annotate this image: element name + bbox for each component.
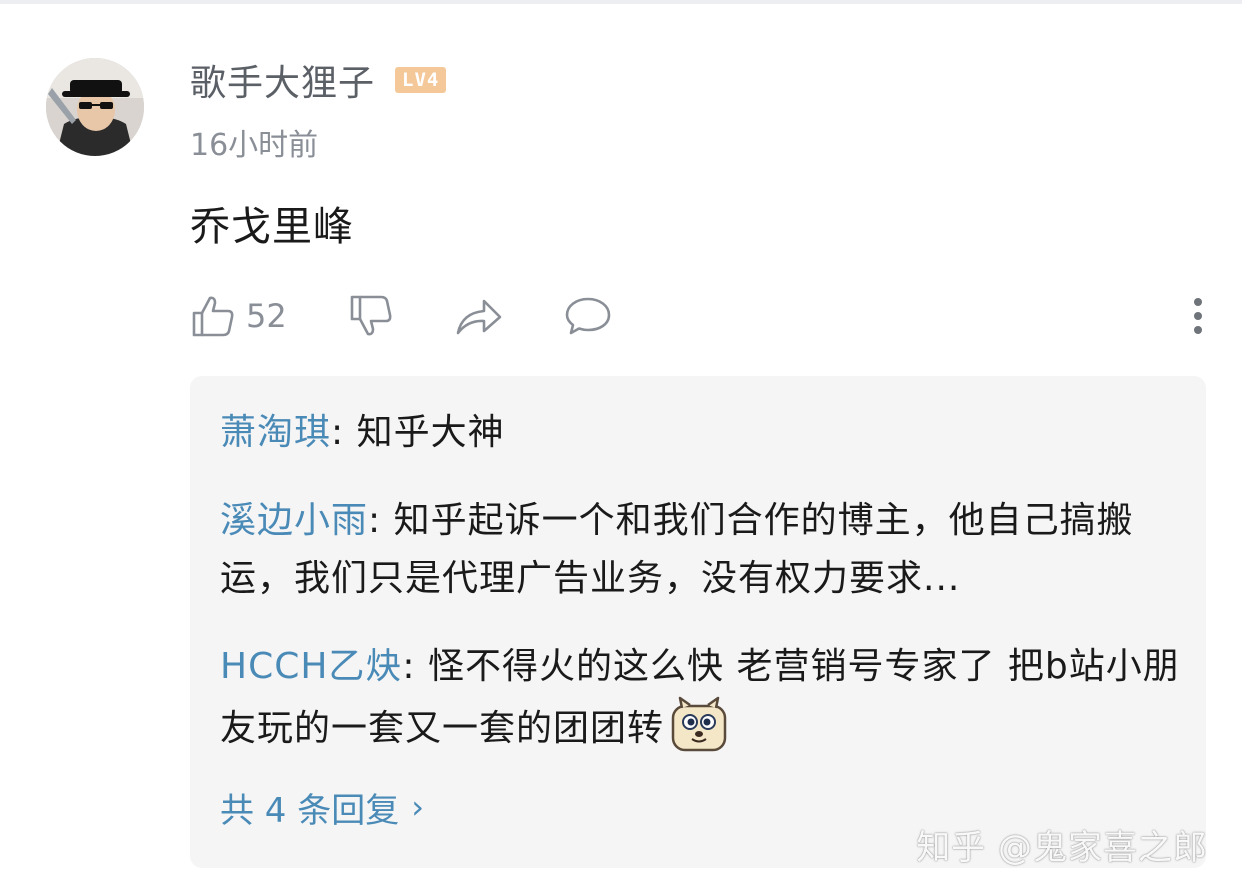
comment-timestamp: 16小时前 [190, 128, 319, 163]
comment-icon [564, 293, 612, 339]
reply-separator: : [402, 646, 428, 687]
reply-preview-box: 萧淘琪: 知乎大神 溪边小雨: 知乎起诉一个和我们合作的博主，他自己搞搬运，我们… [190, 376, 1206, 868]
like-count: 52 [246, 297, 287, 335]
level-badge: LV4 [395, 67, 447, 93]
view-all-replies-label: 共 4 条回复 [220, 790, 400, 831]
thumbs-up-icon [190, 293, 236, 339]
dislike-button[interactable] [348, 290, 394, 342]
avatar[interactable] [46, 58, 144, 156]
reply-button[interactable] [564, 290, 612, 342]
reply-author[interactable]: 溪边小雨 [220, 500, 368, 541]
dog-emoji-icon [670, 696, 728, 770]
reply-text: 知乎大神 [356, 412, 505, 453]
more-dot [1194, 326, 1202, 334]
thumbs-down-icon [348, 293, 394, 339]
reply-author[interactable]: 萧淘琪 [220, 412, 331, 453]
like-button[interactable]: 52 [190, 290, 287, 342]
reply-separator: : [368, 500, 394, 541]
comment-text: 乔戈里峰 [190, 204, 354, 250]
reply-item[interactable]: HCCH乙炔: 怪不得火的这么快 老营销号专家了 把b站小朋友玩的一套又一套的团… [220, 638, 1180, 770]
reply-item[interactable]: 溪边小雨: 知乎起诉一个和我们合作的博主，他自己搞搬运，我们只是代理广告业务，没… [220, 492, 1180, 608]
avatar-image [46, 58, 144, 156]
more-icon[interactable] [1186, 292, 1210, 340]
watermark: 知乎 @鬼家喜之郎 [916, 828, 1208, 868]
reply-separator: : [331, 412, 357, 453]
comment-actions: 52 [190, 290, 1210, 342]
share-icon [454, 293, 504, 339]
share-button[interactable] [454, 290, 504, 342]
top-divider [0, 0, 1242, 4]
reply-author[interactable]: HCCH乙炔 [220, 646, 402, 687]
view-all-replies-link[interactable]: 共 4 条回复 › [220, 782, 424, 832]
reply-item[interactable]: 萧淘琪: 知乎大神 [220, 404, 1180, 462]
more-dot [1194, 312, 1202, 320]
author-name[interactable]: 歌手大狸子 [190, 54, 375, 106]
more-dot [1194, 298, 1202, 306]
comment-header: 歌手大狸子 LV4 [190, 52, 447, 108]
chevron-right-icon: › [411, 788, 425, 826]
